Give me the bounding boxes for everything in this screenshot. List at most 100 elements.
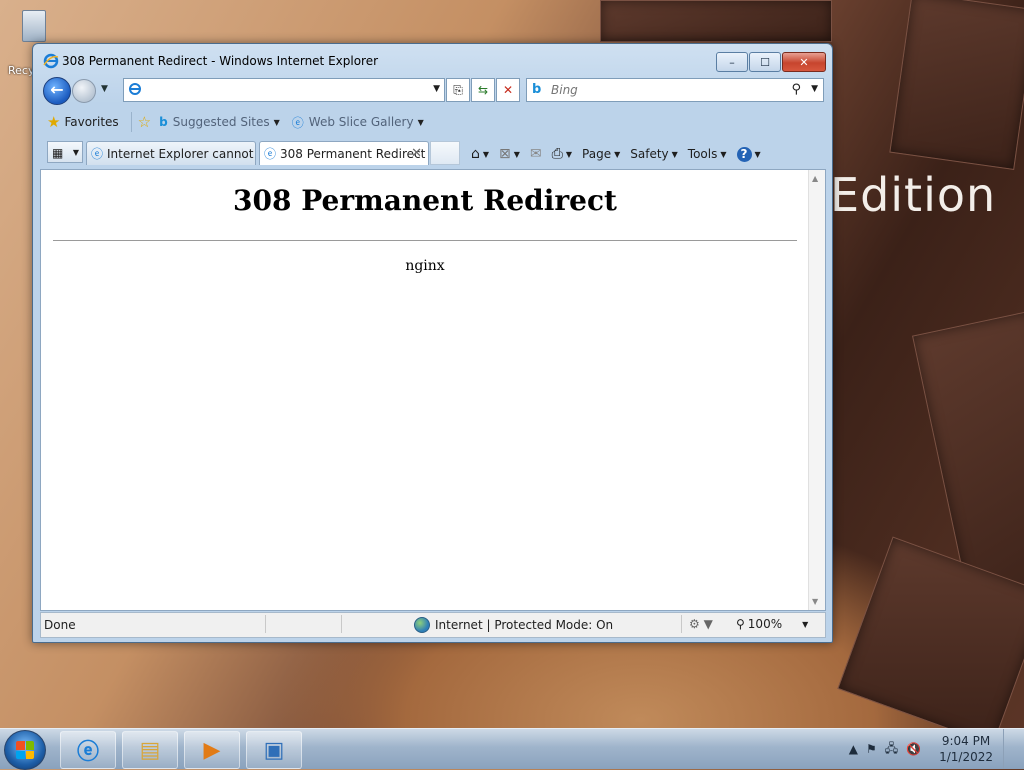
zoom-level: 100% [747, 617, 783, 631]
action-center-flag-icon[interactable]: ⚑ [866, 742, 877, 756]
home-icon: ⌂ [471, 146, 480, 162]
tab-label: Internet Explorer cannot ... [107, 146, 256, 161]
address-actions: ⎘ ⇆ ✕ [445, 78, 520, 102]
quick-tabs-button[interactable]: ▦ ▼ [47, 141, 83, 163]
show-hidden-icons-icon[interactable]: ▲ [849, 742, 858, 756]
windows-logo-icon [16, 741, 34, 759]
tab-308-permanent-redirect[interactable]: ⓔ 308 Permanent Redirect ✕ [259, 141, 429, 165]
help-icon: ? [736, 146, 752, 162]
favorites-button[interactable]: ★ Favorites [41, 110, 125, 134]
bing-icon: b [159, 115, 168, 129]
add-favorites-icon[interactable]: ☆ [138, 113, 151, 131]
search-box[interactable]: b ⚲ ▼ [526, 78, 824, 102]
search-options-icon[interactable]: ▼ [811, 84, 818, 94]
maximize-button[interactable]: ☐ [749, 52, 781, 72]
safety-menu-label: Safety [630, 147, 669, 161]
stop-icon[interactable]: ✕ [496, 78, 520, 102]
back-button[interactable]: ← [43, 77, 71, 105]
address-input[interactable] [146, 81, 420, 99]
security-zone[interactable]: Internet | Protected Mode: On [414, 617, 613, 633]
chevron-down-icon: ▼ [671, 149, 678, 159]
clock-date: 1/1/2022 [939, 750, 993, 764]
divider [265, 615, 266, 633]
chevron-down-icon[interactable]: ▼ [802, 620, 808, 629]
taskbar-media-player[interactable]: ▶ [184, 731, 240, 769]
bing-icon: b [532, 82, 542, 97]
command-bar: ⌂ ▼ ⊠ ▼ ✉ ⎙ ▼ Page ▼ Safety ▼ Tools ▼ ? ▼ [471, 143, 771, 165]
suggested-sites-item[interactable]: b Suggested Sites ▼ [159, 115, 280, 129]
volume-muted-icon[interactable]: 🔇 [906, 742, 921, 756]
window-title: 308 Permanent Redirect - Windows Interne… [62, 54, 379, 68]
chocolate-piece [600, 0, 832, 42]
ie-page-icon [129, 83, 141, 95]
compatibility-view-icon[interactable]: ⎘ [446, 78, 470, 102]
divider [130, 112, 132, 132]
tab-ie-cannot-display[interactable]: ⓔ Internet Explorer cannot ... [86, 141, 256, 165]
window-titlebar[interactable]: 308 Permanent Redirect - Windows Interne… [33, 44, 832, 74]
chevron-down-icon: ▼ [417, 117, 424, 127]
scroll-down-icon[interactable]: ▼ [812, 597, 818, 606]
safety-menu[interactable]: Safety ▼ [630, 147, 678, 161]
favorites-label: Favorites [64, 115, 119, 129]
refresh-icon[interactable]: ⇆ [471, 78, 495, 102]
wallpaper-edition-text: Edition [830, 168, 997, 222]
forward-button[interactable] [72, 79, 96, 103]
quick-tabs-icon: ▦ [52, 146, 64, 160]
chevron-down-icon[interactable]: ▼ [514, 150, 520, 159]
globe-icon [414, 617, 430, 633]
feeds-button[interactable]: ⊠ ▼ [499, 146, 520, 162]
control-panel-icon: ▣ [263, 737, 285, 763]
new-tab-button[interactable] [430, 141, 460, 165]
network-icon[interactable]: 🖧 [885, 739, 898, 760]
home-button[interactable]: ⌂ ▼ [471, 146, 489, 162]
print-button[interactable]: ⎙ ▼ [552, 146, 572, 162]
chevron-down-icon: ▼ [754, 149, 761, 159]
taskbar-windows-explorer[interactable]: ▤ [122, 731, 178, 769]
ie-page-icon: ⓔ [264, 147, 277, 161]
chevron-down-icon[interactable]: ▼ [483, 150, 489, 159]
chevron-down-icon: ▼ [273, 117, 280, 127]
taskbar-internet-explorer[interactable]: ⓔ [60, 731, 116, 769]
search-input[interactable] [549, 81, 773, 99]
tab-list-dropdown-icon[interactable]: ▼ [73, 142, 79, 164]
zoom-icon: ⚲ [736, 617, 745, 631]
ie-page-icon: ⓔ [291, 115, 304, 130]
web-slice-gallery-item[interactable]: ⓔ Web Slice Gallery ▼ [292, 114, 424, 131]
window-controls: – ☐ ✕ [715, 52, 826, 72]
close-button[interactable]: ✕ [782, 52, 826, 72]
page-menu-label: Page [582, 147, 612, 161]
chevron-down-icon: ▼ [614, 149, 621, 159]
start-button[interactable] [4, 730, 46, 770]
taskbar-control-panel[interactable]: ▣ [246, 731, 302, 769]
zoom-control[interactable]: ⚲ 100% ▼ [736, 617, 808, 631]
taskbar: ⓔ ▤ ▶ ▣ ▲ ⚑ 🖧 🔇 9:04 PM 1/1/2022 [0, 728, 1024, 770]
help-menu[interactable]: ? ▼ [736, 146, 761, 162]
popup-blocker-icon[interactable]: ⚙ ▼ [689, 617, 713, 631]
show-desktop-button[interactable] [1003, 729, 1016, 769]
clock-time: 9:04 PM [941, 734, 991, 748]
page-menu[interactable]: Page ▼ [582, 147, 620, 161]
status-text: Done [44, 618, 76, 632]
read-mail-button[interactable]: ✉ [530, 146, 542, 162]
system-tray: ▲ ⚑ 🖧 🔇 9:04 PM 1/1/2022 [841, 729, 1016, 769]
address-bar[interactable]: ▼ [123, 78, 445, 102]
recent-pages-dropdown[interactable]: ▼ [101, 84, 108, 94]
minimize-button[interactable]: – [716, 52, 748, 72]
tools-menu[interactable]: Tools ▼ [688, 147, 727, 161]
vertical-scrollbar[interactable]: ▲ ▼ [808, 170, 825, 610]
ie-window: 308 Permanent Redirect - Windows Interne… [32, 43, 833, 643]
favorites-bar: ★ Favorites ☆ b Suggested Sites ▼ ⓔ Web … [41, 108, 826, 136]
search-icon[interactable]: ⚲ [791, 82, 801, 97]
horizontal-rule [53, 240, 797, 241]
divider [681, 615, 682, 633]
clock[interactable]: 9:04 PM 1/1/2022 [939, 733, 993, 765]
navigation-bar: ← ▼ ▼ ⎘ ⇆ ✕ b ⚲ ▼ [41, 77, 826, 105]
rss-feed-icon: ⊠ [499, 146, 511, 162]
address-dropdown-icon[interactable]: ▼ [433, 84, 440, 94]
close-tab-icon[interactable]: ✕ [411, 146, 422, 161]
scroll-up-icon[interactable]: ▲ [812, 174, 818, 183]
chevron-down-icon[interactable]: ▼ [566, 150, 572, 159]
status-bar: Done Internet | Protected Mode: On ⚙ ▼ ⚲… [40, 612, 826, 638]
suggested-sites-label: Suggested Sites [172, 115, 270, 129]
tools-menu-label: Tools [687, 147, 718, 161]
